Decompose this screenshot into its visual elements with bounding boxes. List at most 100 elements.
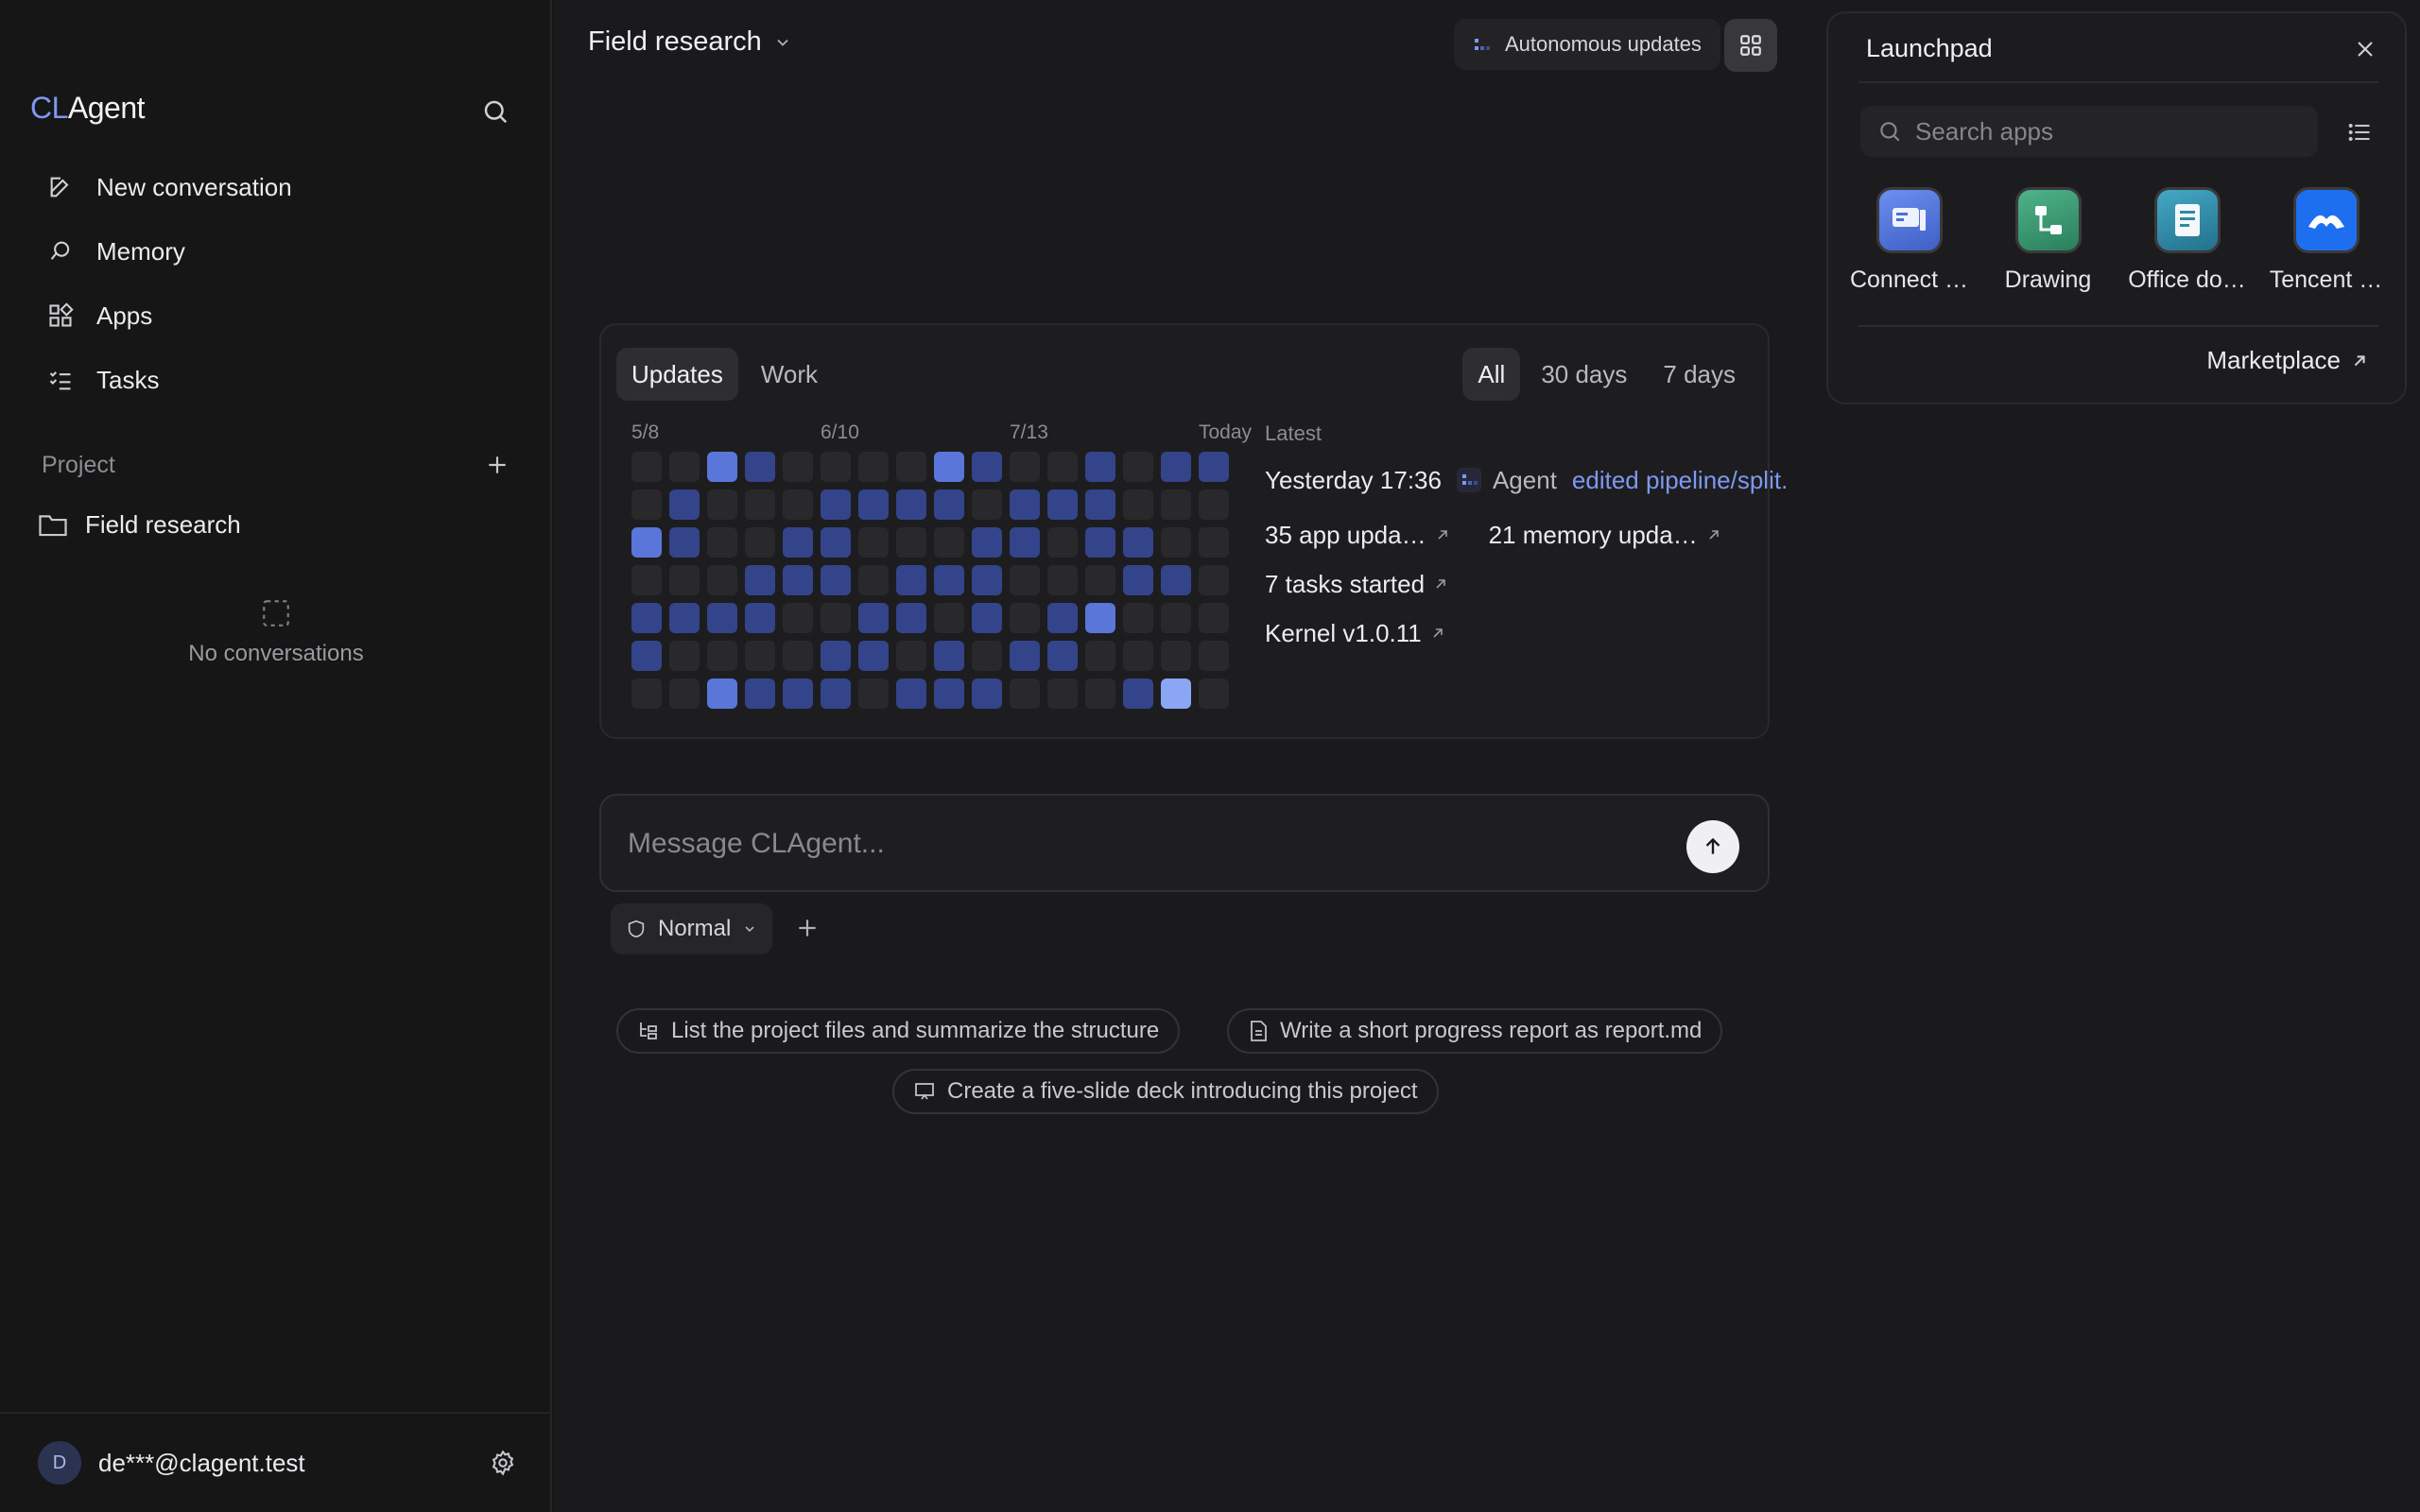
heatmap-cell[interactable] — [821, 565, 851, 595]
heatmap-cell[interactable] — [1161, 641, 1191, 671]
suggestion-list-files[interactable]: List the project files and summarize the… — [616, 1008, 1181, 1054]
attach-button[interactable] — [788, 909, 826, 947]
heatmap-cell[interactable] — [669, 452, 700, 482]
range-7-days[interactable]: 7 days — [1648, 348, 1751, 401]
heatmap-cell[interactable] — [1199, 565, 1229, 595]
heatmap-cell[interactable] — [669, 641, 700, 671]
heatmap-cell[interactable] — [1199, 490, 1229, 520]
heatmap-cell[interactable] — [707, 565, 737, 595]
heatmap-cell[interactable] — [707, 452, 737, 482]
heatmap-cell[interactable] — [972, 490, 1002, 520]
heatmap-cell[interactable] — [1123, 641, 1153, 671]
message-input[interactable] — [628, 822, 1668, 866]
heatmap-cell[interactable] — [934, 679, 964, 709]
suggestion-progress-report[interactable]: Write a short progress report as report.… — [1227, 1008, 1723, 1054]
heatmap-cell[interactable] — [631, 603, 662, 633]
heatmap-cell[interactable] — [783, 641, 813, 671]
nav-new-conversation[interactable]: New conversation — [30, 155, 522, 219]
heatmap-cell[interactable] — [1085, 452, 1115, 482]
heatmap-cell[interactable] — [1047, 527, 1078, 558]
heatmap-cell[interactable] — [745, 527, 775, 558]
user-email[interactable]: de***@clagent.test — [98, 1449, 305, 1478]
stat-app-updates[interactable]: 35 app upda… — [1265, 520, 1449, 550]
project-title-dropdown[interactable]: Field research — [588, 26, 792, 58]
heatmap-cell[interactable] — [821, 679, 851, 709]
heatmap-cell[interactable] — [1085, 527, 1115, 558]
nav-apps[interactable]: Apps — [30, 284, 522, 348]
heatmap-cell[interactable] — [707, 679, 737, 709]
heatmap-cell[interactable] — [669, 565, 700, 595]
marketplace-link[interactable]: Marketplace — [2206, 346, 2367, 375]
latest-action-link[interactable]: edited pipeline/split. — [1572, 466, 1788, 495]
avatar[interactable]: D — [38, 1441, 81, 1485]
heatmap-cell[interactable] — [896, 641, 926, 671]
suggestion-slide-deck[interactable]: Create a five-slide deck introducing thi… — [892, 1069, 1439, 1114]
heatmap-cell[interactable] — [858, 565, 889, 595]
heatmap-cell[interactable] — [1010, 490, 1040, 520]
heatmap-cell[interactable] — [972, 603, 1002, 633]
heatmap-cell[interactable] — [1010, 565, 1040, 595]
add-project-button[interactable] — [480, 448, 514, 482]
tab-work[interactable]: Work — [746, 348, 833, 401]
heatmap-cell[interactable] — [896, 490, 926, 520]
heatmap-cell[interactable] — [1123, 452, 1153, 482]
project-item-field-research[interactable]: Field research — [38, 501, 520, 548]
heatmap-cell[interactable] — [1199, 679, 1229, 709]
nav-tasks[interactable]: Tasks — [30, 348, 522, 412]
heatmap-cell[interactable] — [1123, 490, 1153, 520]
autonomous-updates-button[interactable]: Autonomous updates — [1454, 19, 1720, 70]
heatmap-cell[interactable] — [1123, 527, 1153, 558]
heatmap-cell[interactable] — [669, 603, 700, 633]
heatmap-cell[interactable] — [858, 527, 889, 558]
heatmap-cell[interactable] — [783, 527, 813, 558]
stat-tasks-started[interactable]: 7 tasks started — [1265, 569, 1447, 599]
heatmap-cell[interactable] — [972, 679, 1002, 709]
heatmap-cell[interactable] — [1199, 527, 1229, 558]
heatmap-cell[interactable] — [1123, 679, 1153, 709]
heatmap-cell[interactable] — [631, 527, 662, 558]
heatmap-cell[interactable] — [631, 452, 662, 482]
heatmap-cell[interactable] — [745, 641, 775, 671]
app-tile-connect[interactable]: Connect … — [1840, 187, 1979, 294]
heatmap-cell[interactable] — [783, 452, 813, 482]
heatmap-cell[interactable] — [821, 527, 851, 558]
heatmap-cell[interactable] — [669, 679, 700, 709]
app-logo[interactable]: CLAgent — [30, 91, 146, 126]
heatmap-cell[interactable] — [1047, 641, 1078, 671]
heatmap-cell[interactable] — [1047, 603, 1078, 633]
heatmap-cell[interactable] — [1085, 490, 1115, 520]
heatmap-cell[interactable] — [1047, 490, 1078, 520]
heatmap-cell[interactable] — [858, 490, 889, 520]
heatmap-cell[interactable] — [631, 679, 662, 709]
app-tile-office-docs[interactable]: Office do… — [2118, 187, 2256, 294]
heatmap-cell[interactable] — [1199, 603, 1229, 633]
send-button[interactable] — [1686, 820, 1739, 873]
heatmap-cell[interactable] — [934, 527, 964, 558]
heatmap-cell[interactable] — [631, 641, 662, 671]
heatmap-cell[interactable] — [934, 641, 964, 671]
heatmap-cell[interactable] — [783, 603, 813, 633]
heatmap-cell[interactable] — [1161, 679, 1191, 709]
heatmap-cell[interactable] — [934, 565, 964, 595]
heatmap-cell[interactable] — [934, 603, 964, 633]
heatmap-cell[interactable] — [972, 527, 1002, 558]
heatmap-cell[interactable] — [745, 452, 775, 482]
stat-memory-updates[interactable]: 21 memory upda… — [1489, 520, 1720, 550]
heatmap-cell[interactable] — [972, 565, 1002, 595]
range-30-days[interactable]: 30 days — [1526, 348, 1642, 401]
heatmap-cell[interactable] — [669, 490, 700, 520]
heatmap-cell[interactable] — [858, 452, 889, 482]
heatmap-cell[interactable] — [1010, 452, 1040, 482]
heatmap-cell[interactable] — [1161, 490, 1191, 520]
stat-kernel-version[interactable]: Kernel v1.0.11 — [1265, 618, 1444, 648]
app-tile-tencent[interactable]: Tencent … — [2256, 187, 2395, 294]
heatmap-cell[interactable] — [707, 527, 737, 558]
heatmap-cell[interactable] — [707, 641, 737, 671]
heatmap-cell[interactable] — [858, 641, 889, 671]
heatmap-cell[interactable] — [1161, 527, 1191, 558]
heatmap-cell[interactable] — [1047, 565, 1078, 595]
heatmap-cell[interactable] — [707, 490, 737, 520]
heatmap-cell[interactable] — [783, 565, 813, 595]
mode-dropdown[interactable]: Normal — [611, 903, 773, 954]
app-tile-drawing[interactable]: Drawing — [1979, 187, 2118, 294]
